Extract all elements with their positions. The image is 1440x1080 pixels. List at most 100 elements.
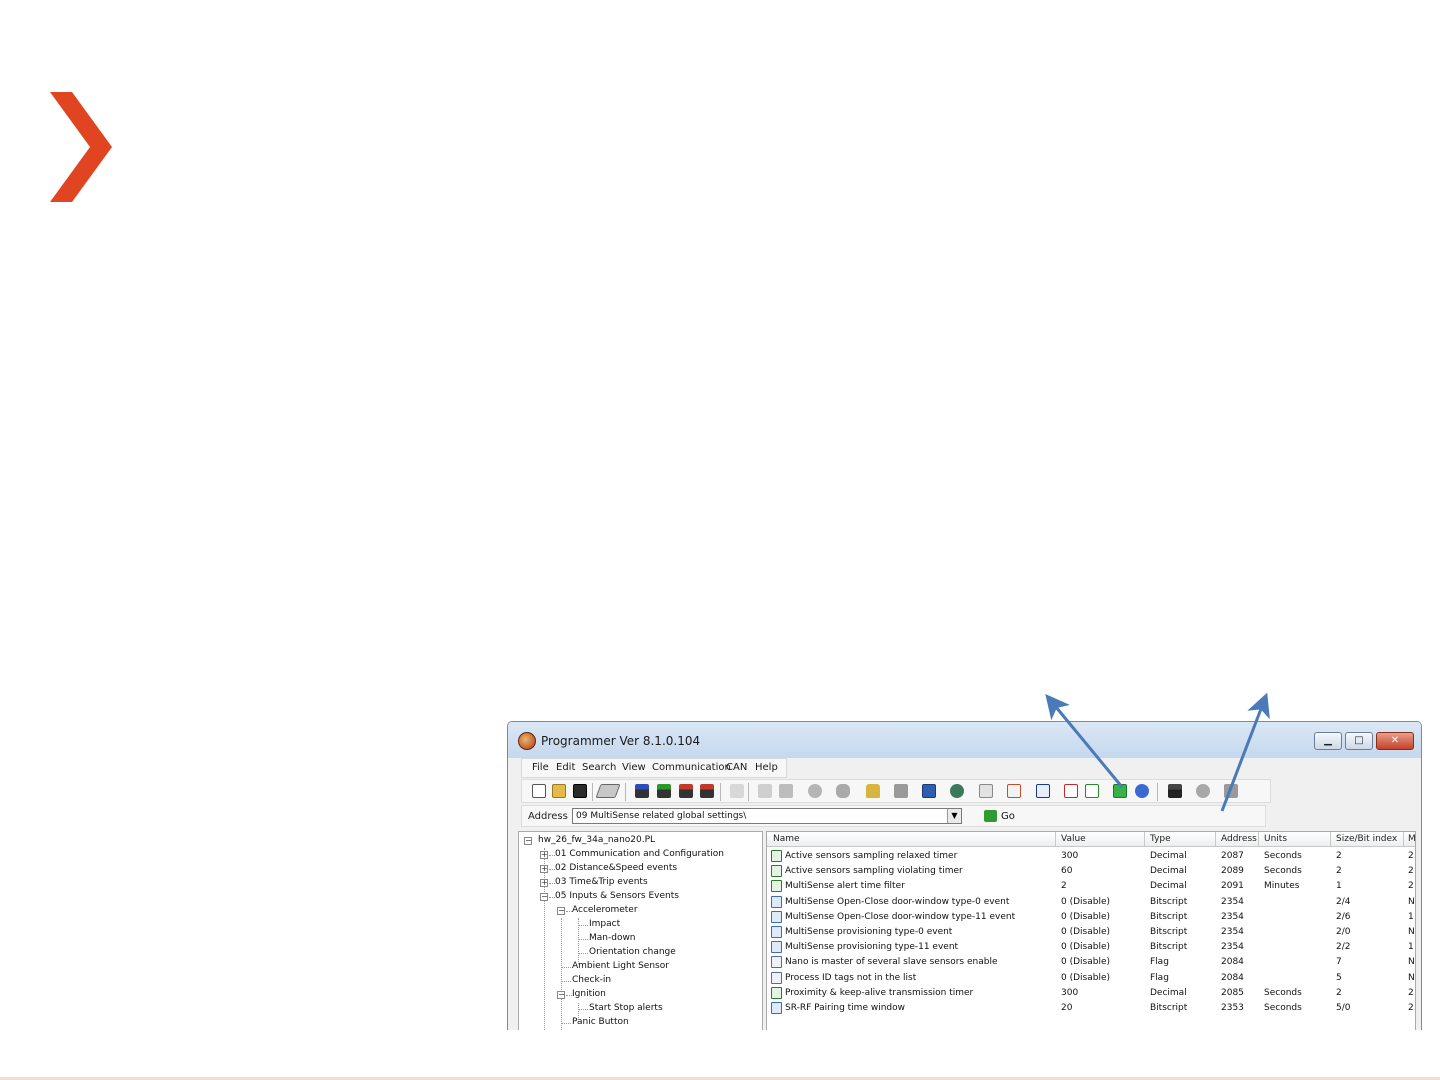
tree-expander[interactable]: − xyxy=(557,907,565,915)
column-header-address[interactable]: Address xyxy=(1221,834,1257,844)
person-icon[interactable] xyxy=(1168,784,1182,798)
export-icon[interactable] xyxy=(979,784,993,798)
tree-expander[interactable]: + xyxy=(540,879,548,887)
table-row[interactable]: MultiSense Open-Close door-window type-0… xyxy=(767,895,1415,910)
table-row[interactable]: MultiSense Open-Close door-window type-1… xyxy=(767,910,1415,925)
tree-item[interactable]: 03 Time&Trip events xyxy=(555,877,648,887)
parameter-type-icon xyxy=(771,865,782,878)
document-icon[interactable] xyxy=(1224,784,1238,798)
cell-value: 300 xyxy=(1061,851,1079,861)
tree-view[interactable]: − hw_26_fw_34a_nano20.PL + 01 Communicat… xyxy=(518,831,763,1030)
cell-type: Flag xyxy=(1150,972,1169,983)
tree-item[interactable]: Panic Button xyxy=(572,1017,629,1027)
menu-view[interactable]: View xyxy=(622,762,646,773)
table-row[interactable]: Active sensors sampling violating timer 6… xyxy=(767,864,1415,879)
close-button[interactable]: ✕ xyxy=(1376,732,1414,750)
cell-type: Bitscript xyxy=(1150,942,1188,953)
table-row[interactable]: SR-RF Pairing time window 20 Bitscript 2353… xyxy=(767,1001,1415,1016)
read-icon[interactable] xyxy=(679,784,693,798)
monitor-icon[interactable] xyxy=(779,784,793,798)
table-row[interactable]: MultiSense provisioning type-0 event 0 (D… xyxy=(767,925,1415,940)
download-icon[interactable] xyxy=(635,784,649,798)
dropdown-arrow-icon[interactable]: ▼ xyxy=(947,809,961,823)
tree-expander[interactable]: − xyxy=(557,991,565,999)
chip-icon[interactable] xyxy=(595,784,621,798)
green-grid-icon[interactable] xyxy=(1113,784,1127,798)
tree-expander-root[interactable]: − xyxy=(524,837,532,845)
tree-item[interactable]: Orientation change xyxy=(589,947,676,957)
minimize-button[interactable]: ▁ xyxy=(1314,732,1342,750)
chart-icon[interactable] xyxy=(1064,784,1078,798)
cell-m: 1 xyxy=(1408,911,1414,922)
globe-icon[interactable] xyxy=(950,784,964,798)
new-file-icon[interactable] xyxy=(532,784,546,798)
table-row[interactable]: Nano is master of several slave sensors … xyxy=(767,955,1415,970)
flag-icon[interactable] xyxy=(894,784,908,798)
address-combobox[interactable]: 09 MultiSense related global settings\ ▼ xyxy=(572,808,962,824)
table-row[interactable]: Process ID tags not in the list 0 (Disabl… xyxy=(767,971,1415,986)
compare-icon[interactable] xyxy=(700,784,714,798)
tree-item[interactable]: 05 Inputs & Sensors Events xyxy=(555,891,679,901)
column-header-units[interactable]: Units xyxy=(1264,834,1287,844)
table-row[interactable]: Proximity & keep-alive transmission time… xyxy=(767,986,1415,1001)
cell-address: 2091 xyxy=(1221,881,1244,892)
open-folder-icon[interactable] xyxy=(552,784,566,798)
tree-item[interactable]: Ignition xyxy=(572,989,606,999)
disc-icon[interactable] xyxy=(1196,784,1210,798)
tree-expander[interactable]: + xyxy=(540,865,548,873)
schedule-icon[interactable] xyxy=(1007,784,1021,798)
table-row[interactable]: MultiSense provisioning type-11 event 0 (… xyxy=(767,940,1415,955)
menu-edit[interactable]: Edit xyxy=(556,762,575,773)
cell-type: Decimal xyxy=(1150,881,1187,892)
go-button[interactable]: Go xyxy=(1001,811,1015,822)
tree-item[interactable]: 02 Distance&Speed events xyxy=(555,863,677,873)
menu-communication[interactable]: Communication xyxy=(652,762,731,773)
cell-name: MultiSense alert time filter xyxy=(785,881,905,892)
menu-file[interactable]: File xyxy=(532,762,549,773)
tree-expander[interactable]: − xyxy=(540,893,548,901)
table-row[interactable]: Active sensors sampling relaxed timer 300… xyxy=(767,849,1415,864)
tree-item[interactable]: Ambient Light Sensor xyxy=(572,961,669,971)
maximize-button[interactable]: □ xyxy=(1345,732,1373,750)
column-header-m[interactable]: M xyxy=(1408,834,1415,844)
menu-search[interactable]: Search xyxy=(582,762,616,773)
chart-check-icon[interactable] xyxy=(1085,784,1099,798)
cell-address: 2084 xyxy=(1221,957,1244,968)
screen-icon[interactable] xyxy=(922,784,936,798)
save-icon[interactable] xyxy=(573,784,587,798)
programmer-window: Programmer Ver 8.1.0.104 ▁ □ ✕ File Edit… xyxy=(507,721,1422,1030)
tree-item[interactable]: Impact xyxy=(589,919,620,929)
table-row[interactable]: MultiSense alert time filter 2 Decimal 2091… xyxy=(767,879,1415,894)
tree-item[interactable]: 01 Communication and Configuration xyxy=(555,849,724,859)
heart-icon[interactable] xyxy=(836,784,850,798)
parameter-type-icon xyxy=(771,895,782,908)
lock-icon[interactable] xyxy=(866,784,880,798)
cell-name: Nano is master of several slave sensors … xyxy=(785,957,998,968)
go-arrow-icon[interactable] xyxy=(984,810,997,822)
stop-icon[interactable] xyxy=(808,784,822,798)
tree-root[interactable]: hw_26_fw_34a_nano20.PL xyxy=(538,835,655,845)
table-icon[interactable] xyxy=(1036,784,1050,798)
blue-gear-icon[interactable] xyxy=(1135,784,1149,798)
cell-type: Bitscript xyxy=(1150,911,1188,922)
menu-help[interactable]: Help xyxy=(755,762,778,773)
tree-item[interactable]: Start Stop alerts xyxy=(589,1003,663,1013)
refresh-icon[interactable] xyxy=(758,784,772,798)
tree-expander[interactable]: + xyxy=(540,851,548,859)
column-header-size[interactable]: Size/Bit index xyxy=(1336,834,1397,844)
cell-size: 5/0 xyxy=(1336,1003,1351,1013)
tree-item[interactable]: Check-in xyxy=(572,975,611,985)
column-header-value[interactable]: Value xyxy=(1061,834,1086,844)
cell-type: Decimal xyxy=(1150,851,1187,861)
cell-size: 1 xyxy=(1336,881,1342,892)
title-bar[interactable]: Programmer Ver 8.1.0.104 ▁ □ ✕ xyxy=(508,722,1421,758)
upload-icon[interactable] xyxy=(657,784,671,798)
column-header-type[interactable]: Type xyxy=(1150,834,1171,844)
column-header-name[interactable]: Name xyxy=(773,834,800,844)
cell-value: 300 xyxy=(1061,987,1079,998)
help-icon[interactable] xyxy=(730,784,744,798)
cell-address: 2085 xyxy=(1221,987,1244,998)
menu-can[interactable]: CAN xyxy=(726,762,747,773)
tree-item[interactable]: Accelerometer xyxy=(572,905,638,915)
tree-item[interactable]: Man-down xyxy=(589,933,636,943)
